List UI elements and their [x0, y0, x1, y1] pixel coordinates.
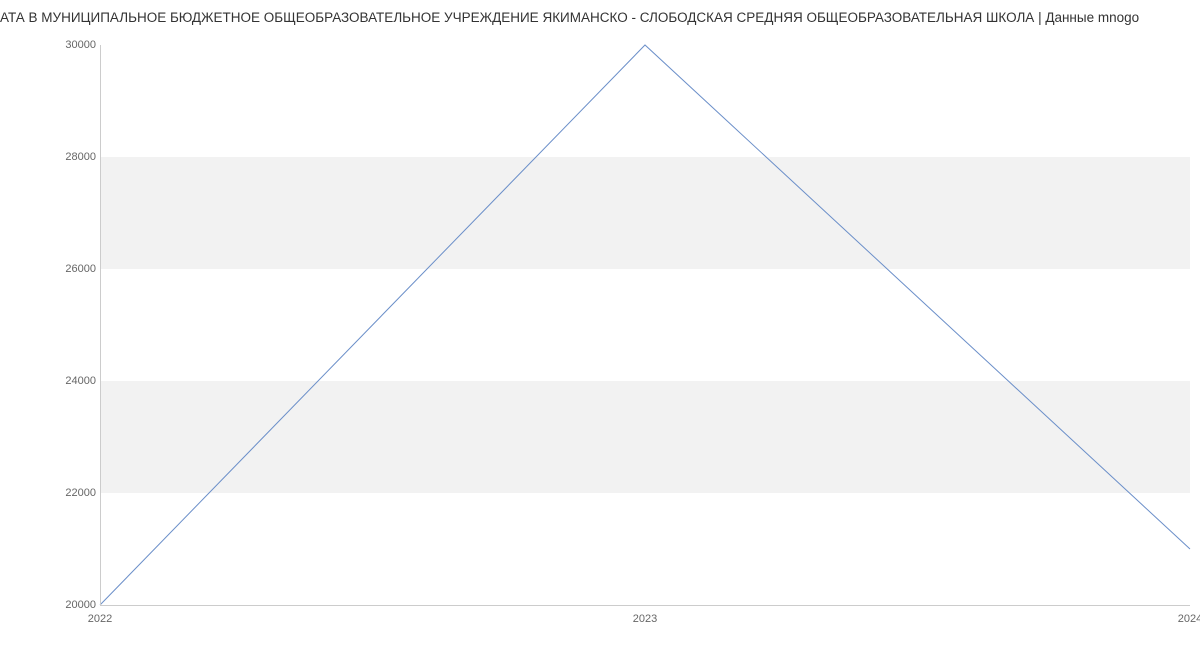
y-tick-label: 20000 [36, 599, 96, 611]
y-axis [100, 45, 101, 605]
y-tick-label: 28000 [36, 151, 96, 163]
y-tick-label: 24000 [36, 375, 96, 387]
x-tick-label: 2023 [633, 613, 657, 625]
chart-title: АТА В МУНИЦИПАЛЬНОЕ БЮДЖЕТНОЕ ОБЩЕОБРАЗО… [0, 0, 1200, 25]
x-axis [100, 605, 1190, 606]
x-tick-label: 2024 [1178, 613, 1200, 625]
chart-container: АТА В МУНИЦИПАЛЬНОЕ БЮДЖЕТНОЕ ОБЩЕОБРАЗО… [0, 0, 1200, 650]
y-tick-label: 22000 [36, 487, 96, 499]
y-tick-label: 26000 [36, 263, 96, 275]
y-tick-label: 30000 [36, 39, 96, 51]
line-series [100, 45, 1190, 605]
plot-area [100, 45, 1190, 605]
x-tick-label: 2022 [88, 613, 112, 625]
